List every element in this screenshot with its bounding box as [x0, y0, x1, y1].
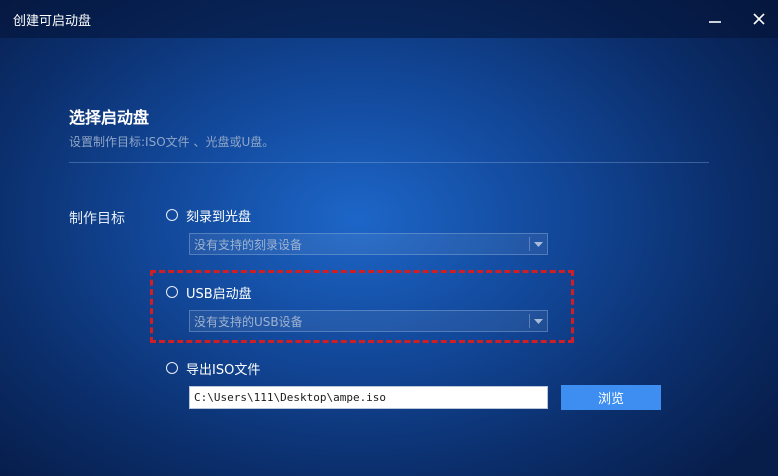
- page-subtitle: 设置制作目标:ISO文件 、光盘或U盘。: [69, 135, 275, 149]
- radio-circle[interactable]: [166, 209, 178, 221]
- title-bar: 创建可启动盘: [0, 0, 778, 38]
- radio-burn-to-disc[interactable]: 刻录到光盘: [166, 206, 252, 225]
- dropdown-separator: [529, 237, 530, 251]
- close-icon: [753, 13, 765, 25]
- window-title: 创建可启动盘: [13, 14, 92, 29]
- dropdown-value: 没有支持的刻录设备: [194, 238, 303, 252]
- dropdown-separator: [529, 314, 530, 328]
- iso-path-field[interactable]: [189, 386, 548, 409]
- radio-circle[interactable]: [166, 362, 178, 374]
- radio-label: 刻录到光盘: [186, 209, 252, 225]
- usb-device-dropdown[interactable]: 没有支持的USB设备: [189, 310, 548, 332]
- dropdown-value: 没有支持的USB设备: [194, 315, 303, 329]
- usb-highlight-frame: [150, 270, 574, 343]
- header-divider: [69, 162, 709, 163]
- create-bootable-disk-window: 创建可启动盘 选择启动盘 设置制作目标:ISO文件 、光盘或U盘。 制作目标 刻…: [0, 0, 778, 476]
- browse-button[interactable]: 浏览: [561, 385, 661, 410]
- page-title: 选择启动盘: [69, 108, 150, 127]
- radio-usb-boot-disk[interactable]: USB启动盘: [166, 283, 252, 302]
- radio-circle[interactable]: [166, 286, 178, 298]
- minimize-button[interactable]: [702, 6, 728, 32]
- minimize-icon: [709, 21, 721, 23]
- burn-device-dropdown[interactable]: 没有支持的刻录设备: [189, 233, 548, 255]
- chevron-down-icon: [534, 319, 543, 324]
- chevron-down-icon: [534, 242, 543, 247]
- radio-label: 导出ISO文件: [186, 362, 261, 378]
- target-section-label: 制作目标: [69, 211, 125, 227]
- close-button[interactable]: [746, 6, 772, 32]
- radio-label: USB启动盘: [186, 286, 252, 302]
- radio-export-iso[interactable]: 导出ISO文件: [166, 359, 261, 378]
